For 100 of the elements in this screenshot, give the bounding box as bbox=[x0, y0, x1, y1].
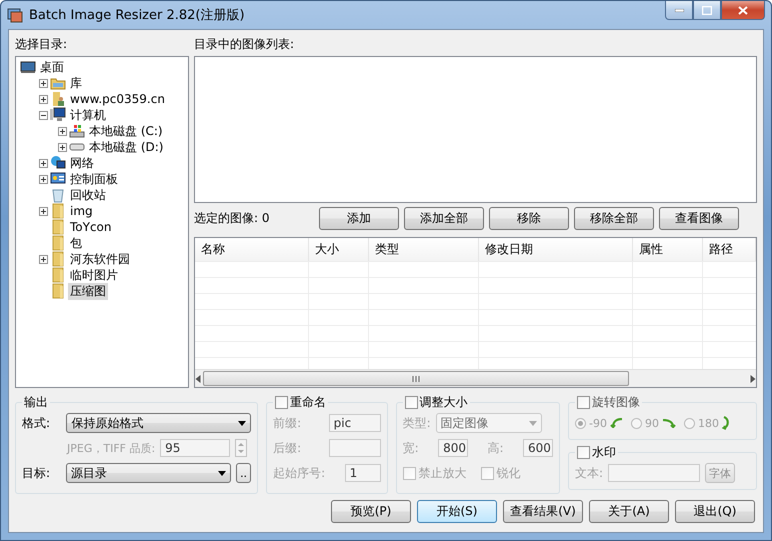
action-button[interactable]: 关于(A) bbox=[589, 500, 669, 523]
expand-toggle[interactable] bbox=[39, 254, 48, 264]
expand-toggle[interactable] bbox=[58, 142, 67, 152]
column-header[interactable]: 属性 bbox=[633, 238, 703, 261]
plus-icon bbox=[41, 80, 46, 86]
folder-icon bbox=[50, 203, 66, 219]
list-button[interactable]: 查看图像 bbox=[659, 206, 739, 230]
action-button[interactable]: 退出(Q) bbox=[675, 500, 755, 523]
column-header[interactable]: 路径 bbox=[703, 238, 756, 261]
tree-item[interactable]: 计算机 bbox=[68, 106, 108, 124]
field-label: 目标: bbox=[22, 464, 52, 482]
tree-item[interactable]: 库 bbox=[68, 74, 84, 92]
checkbox-label: 锐化 bbox=[496, 464, 521, 482]
plus-icon bbox=[60, 128, 65, 134]
horizontal-scrollbar[interactable] bbox=[195, 369, 756, 387]
plus-icon bbox=[41, 160, 46, 166]
tree-item[interactable]: ToYcon bbox=[68, 220, 114, 234]
minimize-button[interactable] bbox=[665, 1, 693, 20]
expand-toggle[interactable] bbox=[39, 110, 48, 120]
column-header[interactable]: 名称 bbox=[195, 238, 309, 261]
group-title: 调整大小 bbox=[420, 394, 468, 411]
expand-toggle[interactable] bbox=[39, 78, 48, 88]
folder-icon bbox=[50, 251, 66, 267]
tree-item[interactable]: 本地磁盘 (D:) bbox=[87, 138, 166, 156]
close-icon bbox=[738, 6, 748, 14]
folder-icon bbox=[50, 219, 66, 235]
dropdown-arrow-icon bbox=[238, 420, 246, 426]
drive-icon bbox=[69, 143, 85, 151]
action-button[interactable]: 预览(P) bbox=[331, 500, 411, 523]
browse-button[interactable]: .. bbox=[236, 463, 252, 483]
scroll-left-icon[interactable] bbox=[195, 374, 201, 382]
folder-icon bbox=[50, 235, 66, 251]
expand-toggle[interactable] bbox=[39, 174, 48, 184]
recycle-bin-icon bbox=[50, 187, 66, 203]
rename-checkbox[interactable] bbox=[275, 396, 288, 409]
text-field[interactable] bbox=[608, 464, 700, 482]
expand-toggle[interactable] bbox=[39, 158, 48, 168]
tree-item[interactable]: 回收站 bbox=[68, 186, 108, 204]
list-button[interactable]: 移除全部 bbox=[574, 206, 654, 230]
tree-item[interactable]: www.pc0359.cn bbox=[68, 92, 167, 106]
tree-item[interactable]: 网络 bbox=[68, 154, 96, 172]
tree-item[interactable]: 临时图片 bbox=[68, 266, 120, 284]
rotate-arrow-icon bbox=[610, 418, 623, 428]
format-dropdown[interactable]: 保持原始格式 bbox=[66, 413, 252, 433]
maximize-icon bbox=[702, 6, 712, 14]
field-label: 选择目录: bbox=[15, 36, 68, 53]
app-icon bbox=[7, 7, 23, 23]
plus-icon bbox=[41, 176, 46, 182]
field-label: 文本: bbox=[575, 464, 604, 482]
tree-item[interactable]: img bbox=[68, 204, 95, 218]
column-header[interactable]: 大小 bbox=[309, 238, 369, 261]
group-title: 旋转图像 bbox=[592, 394, 640, 411]
tree-item[interactable]: 包 bbox=[68, 234, 84, 252]
list-button[interactable]: 移除 bbox=[489, 206, 569, 230]
column-header[interactable]: 修改日期 bbox=[479, 238, 633, 261]
expand-toggle[interactable] bbox=[39, 206, 48, 216]
text-field[interactable] bbox=[328, 439, 381, 457]
group-title: 输出 bbox=[24, 394, 48, 411]
rotate-arrow-icon bbox=[662, 418, 676, 428]
tree-item[interactable]: 本地磁盘 (C:) bbox=[87, 122, 165, 140]
field-label: 前缀: bbox=[273, 414, 302, 432]
column-header[interactable]: 类型 bbox=[369, 238, 479, 261]
drive-icon bbox=[69, 123, 85, 139]
folder-icon bbox=[50, 283, 66, 299]
plus-icon bbox=[41, 96, 46, 102]
folder-icon bbox=[50, 267, 66, 283]
target-dropdown[interactable]: 源目录 bbox=[66, 463, 232, 483]
tree-item[interactable]: 桌面 bbox=[38, 58, 66, 76]
action-button[interactable]: 查看结果(V) bbox=[503, 500, 583, 523]
scroll-right-icon[interactable] bbox=[750, 374, 756, 382]
plus-icon bbox=[41, 256, 46, 262]
field-label: 格式: bbox=[22, 414, 52, 432]
field-label: 宽: bbox=[402, 440, 419, 456]
maximize-button[interactable] bbox=[693, 1, 721, 20]
field-label: 后缀: bbox=[273, 440, 302, 456]
radio-label: 180 bbox=[698, 416, 719, 430]
tree-item[interactable]: 压缩图 bbox=[68, 282, 108, 300]
field-label: 类型: bbox=[402, 414, 431, 432]
group-title: 水印 bbox=[592, 444, 616, 461]
expand-toggle[interactable] bbox=[58, 126, 67, 136]
list-button[interactable]: 添加全部 bbox=[404, 206, 484, 230]
dropdown-arrow-icon bbox=[528, 420, 537, 426]
field-label: 起始序号: bbox=[273, 464, 326, 482]
radio-label: -90 bbox=[589, 416, 607, 430]
close-button[interactable] bbox=[721, 1, 765, 20]
field-label: 目录中的图像列表: bbox=[194, 36, 296, 53]
plus-icon bbox=[60, 144, 65, 150]
expand-toggle[interactable] bbox=[39, 94, 48, 104]
user-folder-icon bbox=[50, 91, 66, 107]
minus-icon bbox=[41, 112, 46, 118]
minimize-icon bbox=[674, 8, 684, 12]
computer-icon bbox=[50, 107, 66, 123]
tree-item[interactable]: 河东软件园 bbox=[68, 250, 132, 268]
action-button[interactable]: 开始(S) bbox=[417, 500, 497, 523]
network-icon bbox=[50, 155, 66, 171]
field-label: 高: bbox=[488, 440, 504, 456]
tree-item[interactable]: 控制面板 bbox=[68, 170, 120, 188]
list-button[interactable]: 添加 bbox=[319, 206, 399, 230]
desktop-icon bbox=[20, 59, 36, 75]
selected-count-label: 选定的图像: 0 bbox=[194, 210, 271, 226]
